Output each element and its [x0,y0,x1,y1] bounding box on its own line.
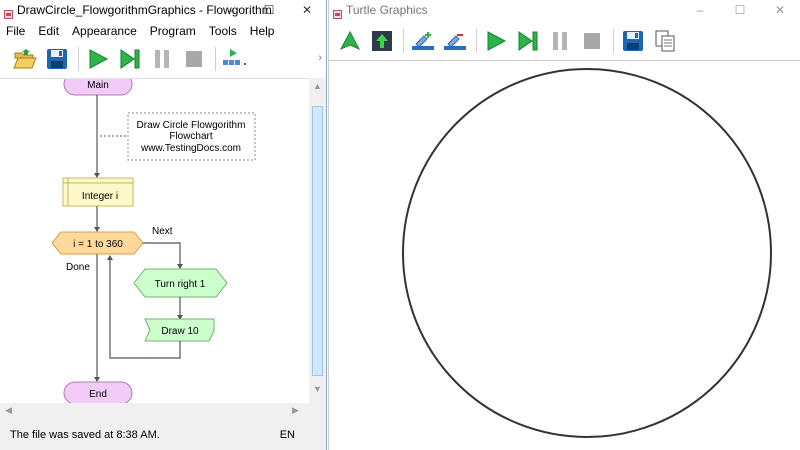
turtle-icon[interactable] [337,28,363,54]
flowgorithm-app-icon [4,6,13,19]
turtle-save-icon[interactable] [620,28,646,54]
copy-icon[interactable] [652,28,678,54]
vertical-scroll-thumb[interactable] [312,106,323,376]
done-label: Done [66,262,90,273]
end-terminal[interactable]: End [63,381,133,405]
status-bar: The file was saved at 8:38 AM. EN [0,420,326,450]
menu-appearance[interactable]: Appearance [72,22,137,40]
menu-tools[interactable]: Tools [209,22,237,40]
comment-line-2: Flowchart [169,131,213,142]
step-icon[interactable] [117,46,143,72]
toolbar-separator [476,29,477,53]
turn-right-shape[interactable]: Turn right 1 [133,268,228,298]
flowchart-canvas[interactable]: Main Draw Circle Flowgorithm Flowchart w… [0,72,309,405]
toolbar-separator [403,29,404,53]
scroll-right-arrow-icon[interactable]: ▶ [292,405,299,416]
scrollbar-corner [309,403,326,420]
toolbar-separator [78,47,79,71]
stop-icon[interactable] [181,46,207,72]
menu-file[interactable]: File [6,22,25,40]
toolbar-separator [613,29,614,53]
next-label: Next [152,226,173,237]
turtle-step-icon[interactable] [515,28,541,54]
loop-label: i = 1 to 360 [73,239,123,250]
turtle-pause-icon[interactable] [547,28,573,54]
variable-watch-icon[interactable] [222,46,248,72]
scroll-up-arrow-icon[interactable]: ▲ [313,81,322,91]
turtle-toolbar [329,24,800,58]
pen-up-icon[interactable] [442,28,468,54]
turtle-maximize-button[interactable]: ☐ [720,0,760,20]
save-icon[interactable] [44,46,70,72]
comment-line-3: www.TestingDocs.com [140,143,241,154]
turtle-drawing-canvas[interactable] [329,60,800,450]
menu-program[interactable]: Program [150,22,196,40]
main-terminal[interactable]: Main [63,72,133,96]
scroll-left-arrow-icon[interactable]: ◀ [5,405,12,416]
declare-shape[interactable]: Integer i [62,177,134,207]
declare-label: Integer i [82,191,118,202]
vertical-scrollbar[interactable]: ▲ ▼ [309,78,326,403]
flowgorithm-titlebar: DrawCircle_FlowgorithmGraphics - Flowgor… [0,0,326,20]
comment-box[interactable]: Draw Circle Flowgorithm Flowchart www.Te… [127,112,256,161]
turtle-minimize-button[interactable]: – [680,0,720,20]
run-icon[interactable] [85,46,111,72]
circle-drawing [402,68,772,438]
pause-icon[interactable] [149,46,175,72]
end-label: End [89,389,107,400]
main-label: Main [87,80,109,91]
toolbar-separator [215,47,216,71]
draw-shape[interactable]: Draw 10 [144,318,215,342]
turtle-run-icon[interactable] [483,28,509,54]
menu-edit[interactable]: Edit [38,22,59,40]
flowchart-diagram: Main Draw Circle Flowgorithm Flowchart w… [51,72,256,405]
status-message: The file was saved at 8:38 AM. [10,429,160,441]
turtle-close-button[interactable]: ✕ [760,0,800,20]
pen-down-icon[interactable] [410,28,436,54]
turtle-window-title: Turtle Graphics [346,3,428,17]
turtle-graphics-window: Turtle Graphics – ☐ ✕ [328,0,800,450]
drawn-circle [402,68,772,438]
draw-label: Draw 10 [161,326,199,337]
turtle-titlebar: Turtle Graphics – ☐ ✕ [329,0,800,20]
turn-label: Turn right 1 [155,279,206,290]
comment-line-1: Draw Circle Flowgorithm [137,120,246,131]
menu-bar: File Edit Appearance Program Tools Help [0,20,326,42]
menu-help[interactable]: Help [250,22,275,40]
home-icon[interactable] [369,28,395,54]
close-button[interactable]: ✕ [288,0,326,20]
status-language: EN [279,429,295,441]
open-folder-icon[interactable] [12,46,38,72]
for-loop-shape[interactable]: i = 1 to 360 [51,231,144,255]
flowgorithm-window: DrawCircle_FlowgorithmGraphics - Flowgor… [0,0,327,450]
scroll-down-arrow-icon[interactable]: ▼ [313,384,322,394]
flowgorithm-toolbar [0,42,326,76]
turtle-app-icon [333,6,342,19]
turtle-stop-icon[interactable] [579,28,605,54]
maximize-button[interactable]: ☐ [250,0,288,20]
horizontal-scrollbar[interactable]: ◀ ▶ [0,403,309,420]
toolbar-overflow-chevron-icon[interactable]: › [318,52,322,64]
minimize-button[interactable]: – [212,0,250,20]
